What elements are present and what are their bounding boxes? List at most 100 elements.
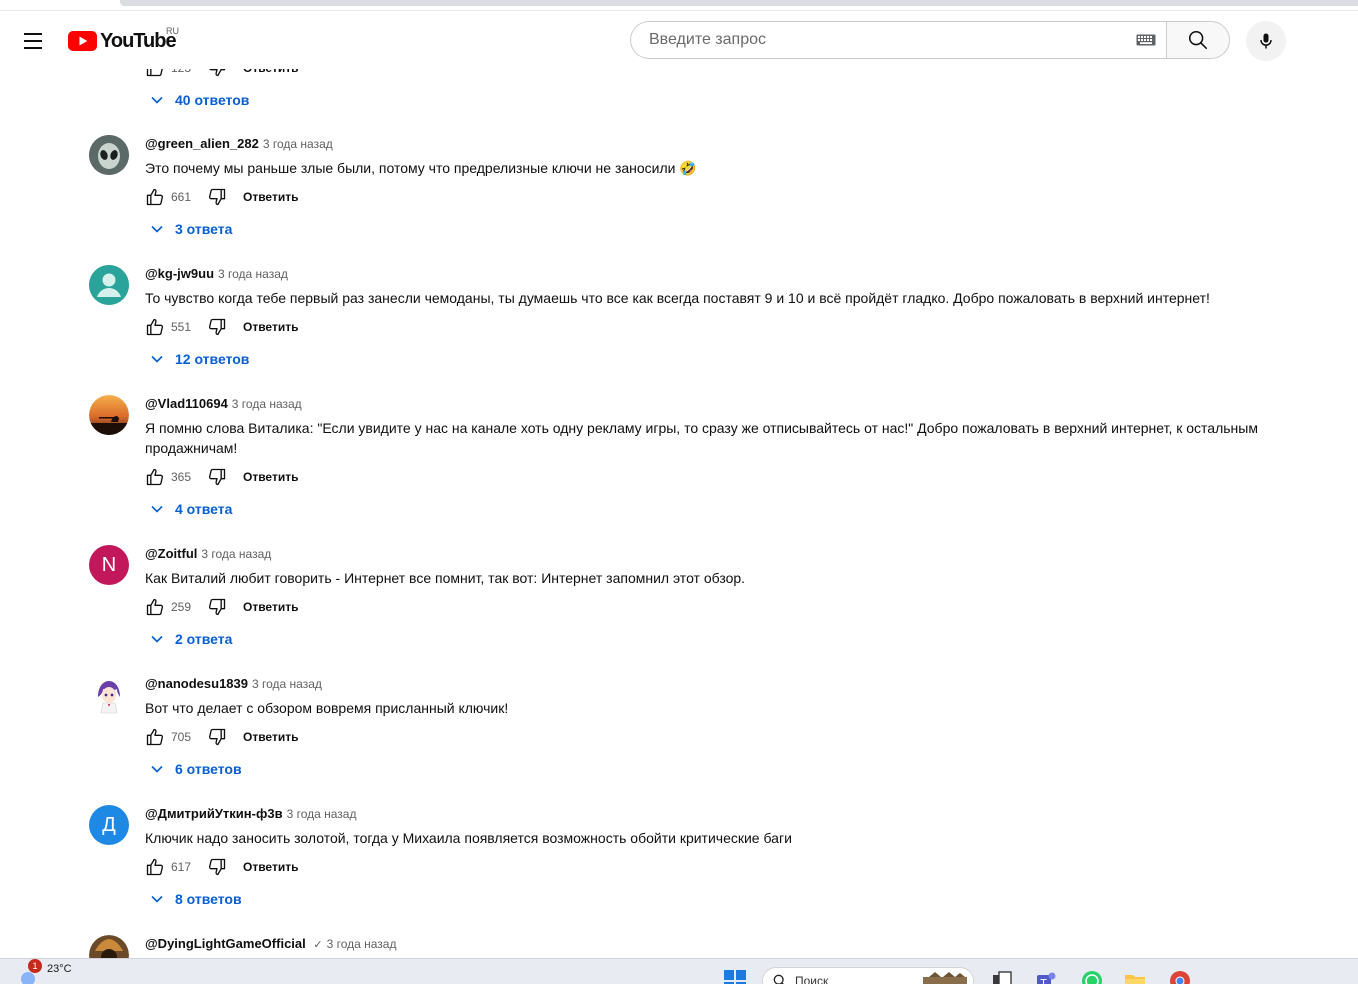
dislike-icon[interactable] [207, 597, 227, 617]
chrome-icon[interactable] [1168, 969, 1192, 984]
replies-toggle[interactable]: 6 ответов [149, 761, 242, 777]
search-icon [773, 974, 784, 984]
like-icon[interactable] [145, 857, 165, 877]
horizontal-scrollbar[interactable] [120, 0, 1358, 6]
weather-temperature: 23°C [47, 963, 72, 975]
comment-time[interactable]: 3 года назад [287, 807, 357, 821]
anime-girl-avatar[interactable] [89, 675, 129, 715]
chevron-down-icon [151, 765, 163, 773]
replies-count-label: 8 ответов [175, 891, 242, 907]
like-icon[interactable] [145, 467, 165, 487]
comment-toolbar: 661 Ответить [145, 185, 298, 209]
chevron-down-icon [151, 895, 163, 903]
comment-toolbar: 551 Ответить [145, 315, 298, 339]
comment-time[interactable]: 3 года назад [252, 677, 322, 691]
replies-count-label: 4 ответа [175, 501, 233, 517]
reply-button[interactable]: Ответить [243, 600, 298, 614]
reply-button[interactable]: Ответить [243, 730, 298, 744]
logo-wordmark: YouTube [100, 29, 177, 52]
comment-author[interactable]: @kg-jw9uu [145, 266, 214, 281]
comment-header: @green_alien_282 3 года назад [145, 136, 333, 151]
like-icon[interactable] [145, 727, 165, 747]
replies-count-label: 12 ответов [175, 351, 250, 367]
replies-count-label: 2 ответа [175, 631, 233, 647]
comment-author[interactable]: @green_alien_282 [145, 136, 259, 151]
dislike-icon[interactable] [207, 467, 227, 487]
replies-count-label: 3 ответа [175, 221, 233, 237]
browser-top-strip [0, 0, 1358, 10]
comment-time[interactable]: 3 года назад [232, 397, 302, 411]
game-avatar[interactable] [89, 935, 129, 960]
replies-toggle[interactable]: 3 ответа [149, 221, 232, 237]
letter-avatar[interactable]: Д [89, 805, 129, 845]
avatar-letter: Д [102, 813, 116, 836]
comment-toolbar: 259 Ответить [145, 595, 298, 619]
search-icon [1188, 30, 1208, 50]
replies-toggle[interactable]: 4 ответа [149, 501, 232, 517]
dislike-icon[interactable] [207, 317, 227, 337]
comment-text: Ключик надо заносить золотой, тогда у Ми… [145, 830, 792, 846]
whatsapp-icon[interactable] [1080, 969, 1104, 984]
alien-avatar[interactable] [89, 135, 129, 175]
like-count: 661 [171, 190, 192, 204]
comment-author[interactable]: @ДмитрийУткин-ф3в [145, 806, 283, 821]
reply-button[interactable]: Ответить [243, 320, 298, 334]
comment-time[interactable]: 3 года назад [201, 547, 271, 561]
reply-button[interactable]: Ответить [243, 860, 298, 874]
like-count: 259 [171, 600, 192, 614]
taskbar-search[interactable]: Поиск [762, 967, 974, 984]
comment-author[interactable]: @nanodesu1839 [145, 676, 248, 691]
teams-icon[interactable]: T [1034, 969, 1058, 984]
file-explorer-icon[interactable] [1123, 969, 1147, 984]
dislike-icon[interactable] [207, 187, 227, 207]
search-button[interactable] [1166, 21, 1230, 59]
letter-avatar[interactable]: N [89, 545, 129, 585]
replies-toggle[interactable]: 2 ответа [149, 631, 232, 647]
comment-author[interactable]: @DyingLightGameOfficial [145, 936, 306, 951]
replies-toggle[interactable]: 40 ответов [149, 92, 249, 108]
chevron-down-icon [151, 96, 163, 104]
reply-button[interactable]: Ответить [243, 190, 298, 204]
comment-time[interactable]: 3 года назад [327, 937, 397, 951]
keyboard-icon[interactable] [1136, 34, 1156, 46]
notification-badge: 1 [28, 959, 42, 973]
replies-toggle[interactable]: 12 ответов [149, 351, 249, 367]
dislike-icon[interactable] [207, 857, 227, 877]
reply-button[interactable]: Ответить [243, 470, 298, 484]
windows-start-icon[interactable] [724, 970, 746, 984]
verified-check-icon: ✓ [313, 939, 323, 951]
comment-time[interactable]: 3 года назад [218, 267, 288, 281]
task-view-icon[interactable] [990, 969, 1014, 984]
like-icon[interactable] [145, 187, 165, 207]
voice-search-button[interactable] [1246, 21, 1286, 61]
menu-icon[interactable] [16, 24, 50, 58]
comment-author[interactable]: @Zoitful [145, 546, 197, 561]
search-box [630, 21, 1166, 59]
comment-header: @nanodesu1839 3 года назад [145, 676, 322, 691]
like-icon[interactable] [145, 317, 165, 337]
replies-count-label: 40 ответов [175, 92, 250, 108]
comment-text: Как Виталий любит говорить - Интернет вс… [145, 570, 746, 586]
comment-time[interactable]: 3 года назад [263, 137, 333, 151]
chevron-down-icon [151, 635, 163, 643]
like-count: 705 [171, 730, 192, 744]
svg-text:T: T [1040, 978, 1048, 984]
replies-toggle[interactable]: 8 ответов [149, 891, 242, 907]
default-user-avatar[interactable] [89, 265, 129, 305]
like-count: 365 [171, 470, 192, 484]
chevron-down-icon [151, 225, 163, 233]
comment-toolbar: 705 Ответить [145, 725, 298, 749]
search-input[interactable] [647, 30, 1121, 50]
windows-taskbar: 1 23°C Поиск T [0, 958, 1358, 984]
comment-text: Я помню слова Виталика: "Если увидите у … [145, 420, 1258, 456]
comment-author[interactable]: @Vlad110694 [145, 396, 228, 411]
sunset-soldier-avatar[interactable] [89, 395, 129, 435]
youtube-logo[interactable]: YouTube [68, 29, 177, 53]
weather-widget[interactable]: 1 23°C [18, 959, 72, 984]
like-icon[interactable] [145, 597, 165, 617]
page: 123 Ответить 40 ответов [0, 0, 1358, 984]
taskbar-search-placeholder: Поиск [795, 974, 829, 984]
dislike-icon[interactable] [207, 727, 227, 747]
comment-header: @ДмитрийУткин-ф3в 3 года назад [145, 806, 356, 821]
replies-count-label: 6 ответов [175, 761, 242, 777]
